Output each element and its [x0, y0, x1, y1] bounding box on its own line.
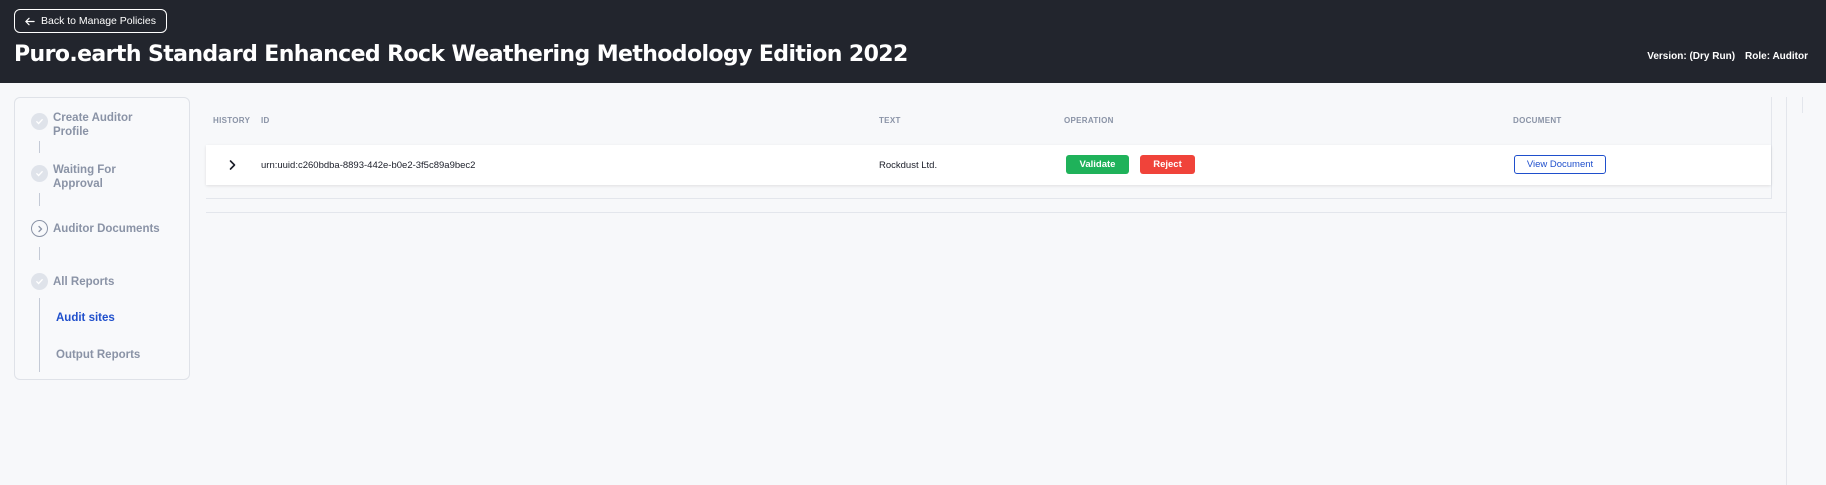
column-header-document: DOCUMENT: [1513, 116, 1562, 125]
back-button-label: Back to Manage Policies: [41, 15, 156, 27]
chevron-right-icon[interactable]: [226, 159, 238, 171]
check-icon: [31, 113, 48, 130]
arrow-left-icon: [25, 17, 35, 25]
sub-item-output-reports[interactable]: Output Reports: [56, 349, 140, 361]
table-row: urn:uuid:c260bdba-8893-442e-b0e2-3f5c89a…: [206, 145, 1771, 185]
column-header-operation: OPERATION: [1064, 116, 1114, 125]
page-header: Back to Manage Policies Puro.earth Stand…: [0, 0, 1826, 83]
reject-button[interactable]: Reject: [1140, 155, 1195, 174]
view-document-button[interactable]: View Document: [1514, 155, 1606, 174]
step-connector: [39, 141, 40, 153]
step-create-auditor-profile[interactable]: Create Auditor Profile: [31, 112, 153, 139]
step-waiting-for-approval[interactable]: Waiting For Approval: [31, 164, 153, 191]
check-icon: [31, 165, 48, 182]
scroll-divider: [1786, 97, 1787, 485]
content-divider: [206, 212, 1786, 213]
row-text: Rockdust Ltd.: [879, 160, 938, 171]
version-label: Version: (Dry Run): [1647, 51, 1736, 62]
policy-meta: Version: (Dry Run) Role: Auditor: [1647, 51, 1808, 62]
sub-item-audit-sites[interactable]: Audit sites: [56, 312, 115, 324]
step-all-reports[interactable]: All Reports: [31, 273, 153, 290]
sub-items-connector: [39, 298, 40, 372]
page-title: Puro.earth Standard Enhanced Rock Weathe…: [14, 42, 908, 67]
check-icon: [31, 273, 48, 290]
column-header-history: HISTORY: [213, 116, 251, 125]
step-auditor-documents[interactable]: Auditor Documents: [31, 220, 173, 237]
row-id: urn:uuid:c260bdba-8893-442e-b0e2-3f5c89a…: [261, 160, 476, 171]
step-connector: [39, 247, 40, 260]
workflow-steps-panel: Create Auditor Profile Waiting For Appro…: [14, 97, 190, 380]
scroll-divider-secondary: [1802, 97, 1803, 113]
step-label: All Reports: [53, 276, 115, 288]
column-header-id: ID: [261, 116, 270, 125]
step-label: Create Auditor Profile: [53, 112, 133, 138]
step-label: Waiting For Approval: [53, 164, 116, 190]
step-label: Auditor Documents: [53, 223, 160, 235]
chevron-right-icon: [31, 220, 48, 237]
validate-button[interactable]: Validate: [1066, 155, 1129, 174]
back-to-manage-policies-button[interactable]: Back to Manage Policies: [14, 9, 167, 33]
column-header-text: TEXT: [879, 116, 901, 125]
role-label: Role: Auditor: [1745, 51, 1808, 62]
step-connector: [39, 193, 40, 206]
documents-table: HISTORY ID TEXT OPERATION DOCUMENT urn:u…: [206, 97, 1772, 199]
